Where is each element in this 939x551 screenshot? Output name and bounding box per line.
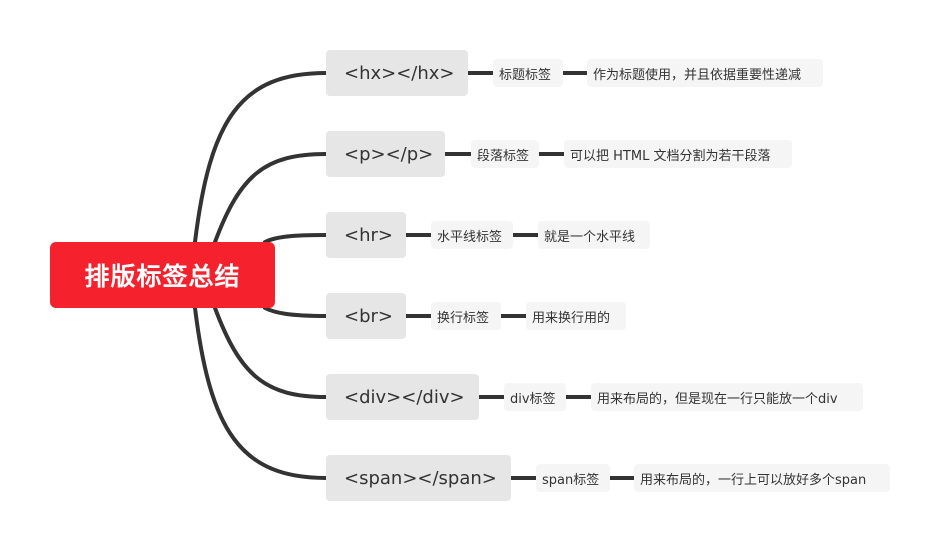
subtopic-p-name[interactable]: 段落标签 [471,140,539,168]
topic-div-tag[interactable]: <div></div> [326,374,479,420]
subtopic-hx-name[interactable]: 标题标签 [493,59,563,87]
subtopic-br-name[interactable]: 换行标签 [431,302,501,330]
subtopic-hr-desc[interactable]: 就是一个水平线 [538,221,650,249]
root-topic[interactable]: 排版标签总结 [50,242,275,308]
topic-p-tag[interactable]: <p></p> [326,131,445,177]
topic-br-tag[interactable]: <br> [326,293,406,339]
subtopic-div-desc[interactable]: 用来布局的，但是现在一行只能放一个div [591,383,863,411]
subtopic-span-name[interactable]: span标签 [536,464,610,492]
connector-root-hx [193,71,328,244]
subtopic-hx-desc[interactable]: 作为标题使用，并且依据重要性递减 [587,59,823,87]
connector-root-hr [263,233,328,244]
connector-root-br [263,306,328,318]
subtopic-br-desc[interactable]: 用来换行用的 [526,302,626,330]
subtopic-p-desc[interactable]: 可以把 HTML 文档分割为若干段落 [564,140,792,168]
connector-root-span [193,306,328,480]
topic-hx-tag[interactable]: <hx></hx> [326,50,468,96]
subtopic-div-name[interactable]: div标签 [504,383,566,411]
connector-root-p [213,152,328,244]
topic-hr-tag[interactable]: <hr> [326,212,406,258]
subtopic-span-desc[interactable]: 用来布局的，一行上可以放好多个span [634,464,890,492]
subtopic-hr-name[interactable]: 水平线标签 [431,221,513,249]
topic-span-tag[interactable]: <span></span> [326,455,511,501]
connector-root-div [213,306,328,399]
